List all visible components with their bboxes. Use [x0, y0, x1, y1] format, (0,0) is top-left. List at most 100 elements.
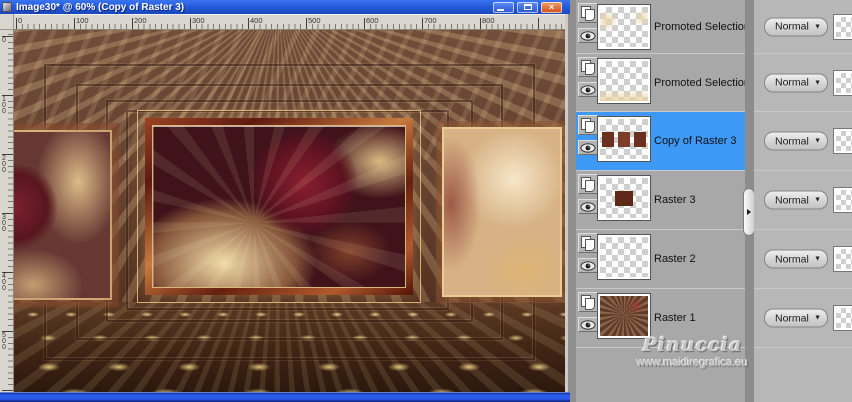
layer-row-promoted-selection[interactable]: Promoted Selection: [576, 0, 750, 54]
ruler-tick-label: 400: [2, 273, 6, 292]
eye-icon: [580, 201, 596, 212]
blend-mode-dropdown[interactable]: Normal ▼: [764, 131, 828, 151]
layer-name[interactable]: Promoted Selection 1: [654, 77, 759, 89]
watermark-url: www.maidiregrafica.eu: [637, 357, 748, 369]
minimize-button[interactable]: [493, 1, 514, 13]
chevron-right-icon: [747, 209, 751, 215]
chevron-down-icon: ▼: [814, 314, 821, 322]
layer-thumbnail[interactable]: [597, 116, 651, 162]
maximize-icon: [523, 4, 532, 10]
eye-icon: [580, 30, 596, 41]
layer-mask-thumbnail[interactable]: [833, 13, 852, 40]
layer-visibility-toggle[interactable]: [578, 140, 598, 155]
ruler-tick-label: 700: [424, 16, 437, 25]
layer-name[interactable]: Raster 1: [654, 312, 696, 324]
ruler-tick-label: 100: [2, 96, 6, 115]
raster-layer-type-icon: [578, 174, 598, 194]
layer-mask-thumbnail[interactable]: [833, 128, 852, 154]
ruler-corner: [0, 14, 14, 30]
layer-name[interactable]: Copy of Raster 3: [654, 135, 737, 147]
layer-mask-thumbnail[interactable]: [833, 187, 852, 213]
layer-mask-thumbnail[interactable]: [833, 69, 852, 96]
layer-thumbnail[interactable]: [597, 4, 651, 50]
app-screen: Image30* @ 60% (Copy of Raster 3) × 0 10…: [0, 0, 852, 402]
chevron-down-icon: ▼: [814, 79, 821, 86]
ruler-tick-label: 800: [482, 16, 495, 25]
layer-visibility-toggle[interactable]: [578, 82, 598, 97]
close-button[interactable]: ×: [541, 1, 562, 13]
layer-row-raster-3[interactable]: Raster 3: [576, 171, 745, 230]
raster-layer-type-icon: [578, 115, 598, 135]
canvas-center-artwork: [153, 126, 405, 287]
close-icon: ×: [548, 1, 555, 12]
layer-visibility-toggle[interactable]: [578, 317, 598, 332]
blend-mode-dropdown[interactable]: Normal ▼: [764, 73, 828, 92]
raster-layer-type-icon: [578, 3, 598, 23]
blend-row: Normal ▼: [754, 171, 852, 230]
blend-mode-dropdown[interactable]: Normal ▼: [764, 190, 828, 210]
eye-icon: [580, 84, 596, 95]
blend-row: Normal ▼: [754, 54, 852, 112]
layer-name[interactable]: Raster 2: [654, 253, 696, 265]
image-window-titlebar[interactable]: Image30* @ 60% (Copy of Raster 3) ×: [0, 0, 570, 14]
layer-thumbnail[interactable]: [597, 293, 651, 339]
eye-icon: [580, 142, 596, 153]
ruler-tick-label: 0: [2, 37, 6, 44]
watermark: Pinuccia www.maidiregrafica.eu: [590, 334, 795, 369]
watermark-name: Pinuccia: [642, 334, 743, 356]
layer-name[interactable]: Raster 3: [654, 194, 696, 206]
horizontal-ruler: 0 100 200 300 400 500 600 700 800: [14, 14, 565, 30]
raster-layer-type-icon: [578, 292, 598, 312]
image-window-title: Image30* @ 60% (Copy of Raster 3): [16, 1, 185, 13]
layer-mask-thumbnail[interactable]: [833, 305, 852, 331]
ruler-tick-label: 100: [76, 16, 89, 25]
layer-visibility-toggle[interactable]: [578, 258, 598, 273]
blend-row: Normal ▼: [754, 0, 852, 54]
layer-mask-thumbnail[interactable]: [833, 246, 852, 272]
layer-thumbnail[interactable]: [597, 58, 651, 104]
image-window-icon: [2, 2, 12, 12]
window-controls: ×: [493, 1, 562, 13]
layer-row-copy-of-raster-3[interactable]: Copy of Raster 3: [576, 112, 745, 171]
blend-mode-value: Normal: [775, 135, 809, 147]
blend-mode-value: Normal: [775, 312, 809, 324]
ruler-tick-label: 600: [366, 16, 379, 25]
ruler-tick-label: 500: [308, 16, 321, 25]
vertical-ruler: 0 100 200 300 400 500: [0, 30, 14, 392]
blend-mode-value: Normal: [775, 253, 809, 265]
layer-row-raster-2[interactable]: Raster 2: [576, 230, 745, 289]
layer-name[interactable]: Promoted Selection: [654, 21, 750, 33]
layer-row-promoted-selection-1[interactable]: Promoted Selection 1: [576, 54, 759, 112]
eye-icon: [580, 260, 596, 271]
chevron-down-icon: ▼: [814, 196, 821, 204]
ruler-tick-label: 300: [192, 16, 205, 25]
raster-layer-type-icon: [578, 57, 598, 77]
ruler-tick-label: 0: [18, 16, 23, 25]
window-right-edge: [565, 14, 568, 392]
image-window: Image30* @ 60% (Copy of Raster 3) × 0 10…: [0, 0, 570, 402]
layer-thumbnail[interactable]: [597, 234, 651, 280]
blend-mode-value: Normal: [775, 194, 809, 206]
blend-row: Normal ▼: [754, 112, 852, 171]
maximize-button[interactable]: [517, 1, 538, 13]
ruler-tick-label: 200: [134, 16, 147, 25]
image-canvas[interactable]: [14, 30, 565, 392]
ruler-tick-label: 200: [2, 155, 6, 174]
ruler-tick-label: 400: [250, 16, 263, 25]
blend-mode-dropdown[interactable]: Normal ▼: [764, 17, 828, 36]
blend-row: Normal ▼: [754, 230, 852, 289]
blend-mode-dropdown[interactable]: Normal ▼: [764, 249, 828, 269]
eye-icon: [580, 319, 596, 330]
layer-thumbnail[interactable]: [597, 175, 651, 221]
canvas-left-frame: [14, 130, 112, 300]
chevron-down-icon: ▼: [814, 23, 821, 30]
chevron-down-icon: ▼: [814, 137, 821, 145]
minimize-icon: [497, 8, 504, 11]
layer-visibility-toggle[interactable]: [578, 28, 598, 43]
blend-mode-dropdown[interactable]: Normal ▼: [764, 308, 828, 328]
layer-visibility-toggle[interactable]: [578, 199, 598, 214]
chevron-down-icon: ▼: [814, 255, 821, 263]
canvas-center-frame: [145, 118, 413, 295]
ruler-tick-label: 300: [2, 214, 6, 233]
canvas-right-frame: [442, 127, 562, 297]
